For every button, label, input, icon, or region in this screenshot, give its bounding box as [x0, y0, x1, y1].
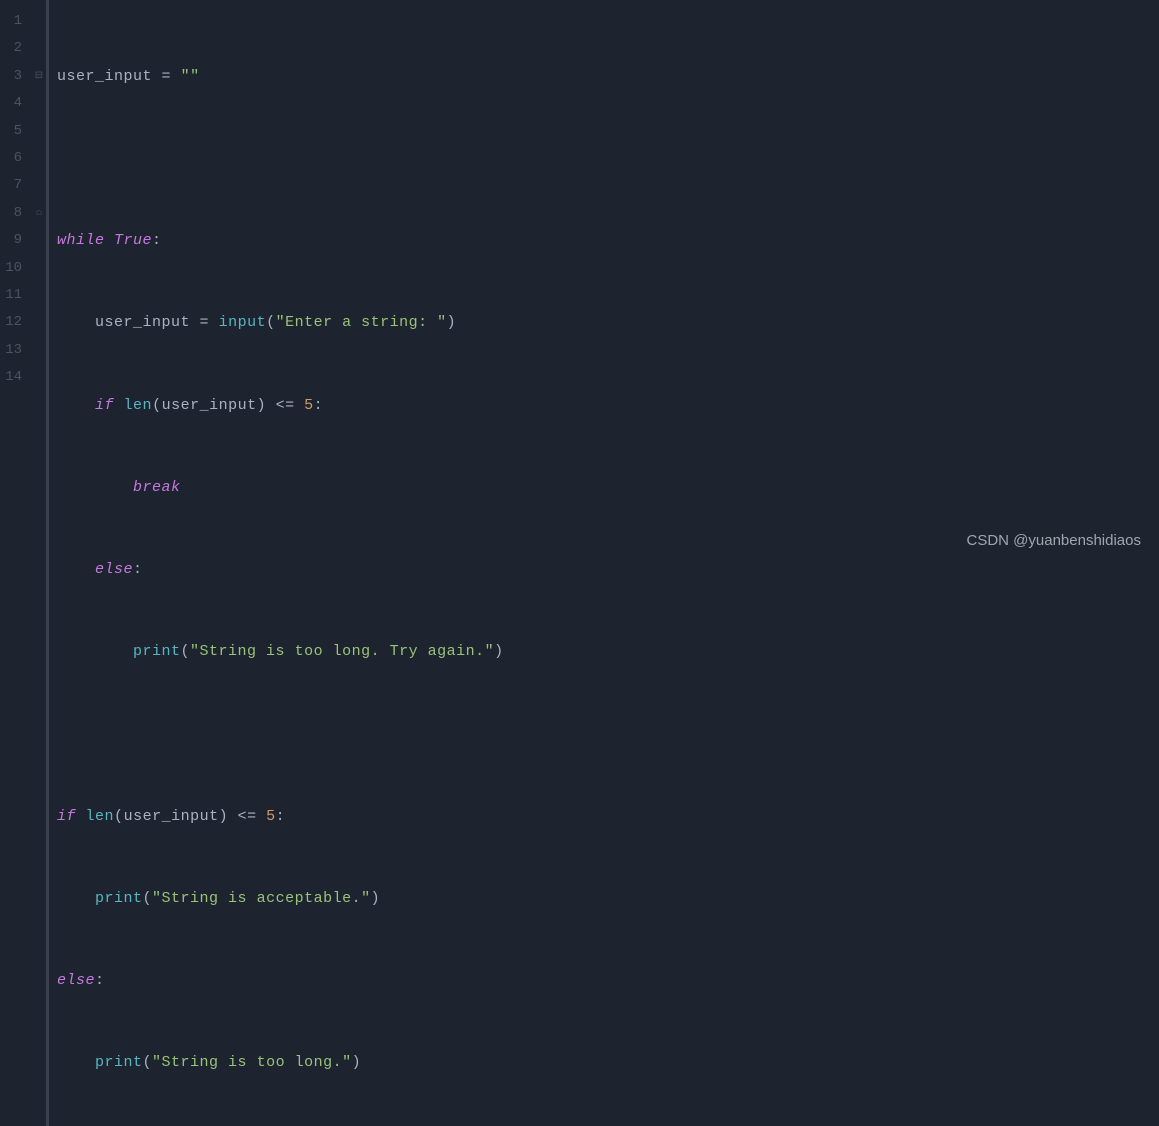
fold-spacer [32, 8, 46, 35]
code-line[interactable]: break [57, 474, 1159, 501]
code-editor[interactable]: 1 2 3 4 5 6 7 8 9 10 11 12 13 14 ⊟ ⌂ use… [0, 0, 1159, 1126]
code-line[interactable]: else: [57, 556, 1159, 583]
code-line[interactable]: user_input = input("Enter a string: ") [57, 309, 1159, 336]
code-line[interactable] [57, 145, 1159, 172]
code-line[interactable]: while True: [57, 227, 1159, 254]
code-line[interactable]: print("String is too long. Try again.") [57, 638, 1159, 665]
line-number: 10 [0, 255, 22, 282]
line-number: 9 [0, 227, 22, 254]
fold-gutter: ⊟ ⌂ [32, 0, 46, 1126]
line-number: 7 [0, 172, 22, 199]
code-line[interactable]: print("String is too long.") [57, 1049, 1159, 1076]
fold-spacer [32, 90, 46, 117]
line-number: 8 [0, 200, 22, 227]
code-line[interactable]: else: [57, 967, 1159, 994]
fold-spacer [32, 118, 46, 145]
watermark: CSDN @yuanbenshidiaos [967, 532, 1142, 549]
line-number: 4 [0, 90, 22, 117]
code-line[interactable]: if len(user_input) <= 5: [57, 803, 1159, 830]
line-number: 12 [0, 309, 22, 336]
code-line[interactable] [57, 720, 1159, 747]
code-content[interactable]: user_input = "" while True: user_input =… [46, 0, 1159, 1126]
line-number-gutter: 1 2 3 4 5 6 7 8 9 10 11 12 13 14 [0, 0, 32, 1126]
code-line[interactable]: print("String is acceptable.") [57, 885, 1159, 912]
line-number: 1 [0, 8, 22, 35]
fold-spacer [32, 35, 46, 62]
line-number: 6 [0, 145, 22, 172]
line-number: 13 [0, 337, 22, 364]
line-number: 3 [0, 63, 22, 90]
line-number: 14 [0, 364, 22, 391]
line-number: 11 [0, 282, 22, 309]
fold-spacer [32, 145, 46, 172]
fold-collapse-icon[interactable]: ⊟ [32, 63, 46, 90]
code-line[interactable]: user_input = "" [57, 63, 1159, 90]
fold-end-icon: ⌂ [32, 200, 46, 227]
fold-spacer [32, 172, 46, 199]
editor-container: 1 2 3 4 5 6 7 8 9 10 11 12 13 14 ⊟ ⌂ use… [0, 0, 1159, 563]
line-number: 2 [0, 35, 22, 62]
line-number: 5 [0, 118, 22, 145]
code-line[interactable]: if len(user_input) <= 5: [57, 392, 1159, 419]
